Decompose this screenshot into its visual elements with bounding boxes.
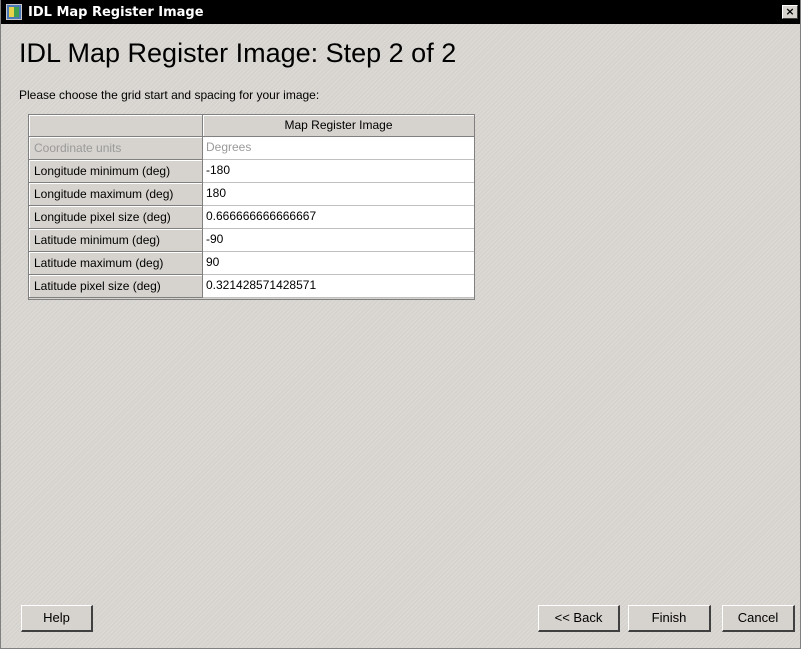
row-label-latitude-maximum: Latitude maximum (deg) bbox=[29, 252, 203, 275]
window-title: IDL Map Register Image bbox=[28, 4, 204, 20]
grid-row-coordinate-units: Coordinate units Degrees bbox=[29, 137, 474, 160]
row-label-longitude-minimum: Longitude minimum (deg) bbox=[29, 160, 203, 183]
page-title: IDL Map Register Image: Step 2 of 2 bbox=[19, 38, 457, 68]
grid-corner-cell bbox=[29, 115, 203, 137]
title-bar: IDL Map Register Image × bbox=[1, 0, 800, 24]
row-label-longitude-pixel-size: Longitude pixel size (deg) bbox=[29, 206, 203, 229]
cancel-button[interactable]: Cancel bbox=[722, 605, 795, 632]
latitude-minimum-field[interactable]: -90 bbox=[203, 229, 474, 252]
back-button[interactable]: << Back bbox=[538, 605, 620, 632]
property-grid: Map Register Image Coordinate units Degr… bbox=[28, 114, 475, 300]
longitude-minimum-field[interactable]: -180 bbox=[203, 160, 474, 183]
latitude-pixel-size-field[interactable]: 0.321428571428571 bbox=[203, 275, 474, 298]
row-label-longitude-maximum: Longitude maximum (deg) bbox=[29, 183, 203, 206]
grid-row-latitude-minimum: Latitude minimum (deg) -90 bbox=[29, 229, 474, 252]
instructions-text: Please choose the grid start and spacing… bbox=[19, 88, 320, 102]
grid-row-latitude-maximum: Latitude maximum (deg) 90 bbox=[29, 252, 474, 275]
longitude-pixel-size-field[interactable]: 0.666666666666667 bbox=[203, 206, 474, 229]
dialog-window: IDL Map Register Image × IDL Map Registe… bbox=[0, 0, 801, 649]
finish-button[interactable]: Finish bbox=[628, 605, 711, 632]
grid-row-longitude-minimum: Longitude minimum (deg) -180 bbox=[29, 160, 474, 183]
close-button[interactable]: × bbox=[782, 5, 798, 19]
row-label-coordinate-units: Coordinate units bbox=[29, 137, 203, 160]
grid-header-row: Map Register Image bbox=[29, 115, 474, 137]
column-header-map-register-image: Map Register Image bbox=[203, 115, 474, 137]
row-label-latitude-minimum: Latitude minimum (deg) bbox=[29, 229, 203, 252]
grid-row-longitude-maximum: Longitude maximum (deg) 180 bbox=[29, 183, 474, 206]
coordinate-units-value: Degrees bbox=[203, 137, 474, 160]
latitude-maximum-field[interactable]: 90 bbox=[203, 252, 474, 275]
close-icon: × bbox=[785, 5, 795, 18]
grid-row-latitude-pixel-size: Latitude pixel size (deg) 0.321428571428… bbox=[29, 275, 474, 298]
help-button[interactable]: Help bbox=[21, 605, 93, 632]
row-label-latitude-pixel-size: Latitude pixel size (deg) bbox=[29, 275, 203, 298]
longitude-maximum-field[interactable]: 180 bbox=[203, 183, 474, 206]
idl-app-icon bbox=[6, 4, 22, 20]
grid-row-longitude-pixel-size: Longitude pixel size (deg) 0.66666666666… bbox=[29, 206, 474, 229]
